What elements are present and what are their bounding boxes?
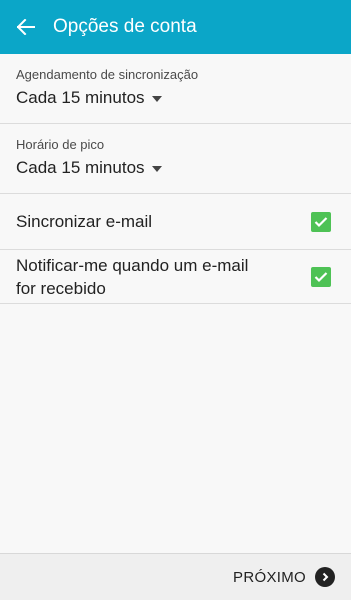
next-button[interactable]: PRÓXIMO [233,567,335,587]
sync-schedule-dropdown[interactable]: Cada 15 minutos [16,88,335,108]
dropdown-caret-icon [151,166,162,172]
back-button[interactable] [4,0,48,54]
arrow-left-icon [17,19,35,35]
sync-schedule-value: Cada 15 minutos [16,88,145,107]
dropdown-caret-icon [151,96,162,102]
checkmark-icon [314,216,328,227]
notify-checkbox[interactable] [311,266,331,287]
notify-label-line2: for recebido [16,278,106,298]
sync-email-label: Sincronizar e-mail [16,212,153,231]
bottom-bar: PRÓXIMO [0,553,351,600]
peak-time-value: Cada 15 minutos [16,158,145,177]
sync-email-setting[interactable]: Sincronizar e-mail [0,194,351,250]
checkmark-icon [314,271,328,282]
peak-time-dropdown[interactable]: Cada 15 minutos [16,158,335,178]
next-label: PRÓXIMO [233,568,306,586]
notify-setting[interactable]: Notificar-me quando um e-mail for recebi… [0,250,351,304]
sync-schedule-setting[interactable]: Agendamento de sincronização Cada 15 min… [0,54,351,124]
sync-schedule-label: Agendamento de sincronização [16,67,199,82]
notify-label-line1: Notificar-me quando um e-mail [16,255,249,275]
peak-time-setting[interactable]: Horário de pico Cada 15 minutos [0,124,351,194]
chevron-right-circle-icon [315,567,335,587]
page-title: Opções de conta [53,16,197,37]
sync-email-checkbox[interactable] [311,211,331,232]
notify-label: Notificar-me quando um e-mail for recebi… [16,254,311,300]
settings-list: Agendamento de sincronização Cada 15 min… [0,54,351,304]
peak-time-label: Horário de pico [16,137,105,152]
app-bar: Opções de conta [0,0,351,54]
